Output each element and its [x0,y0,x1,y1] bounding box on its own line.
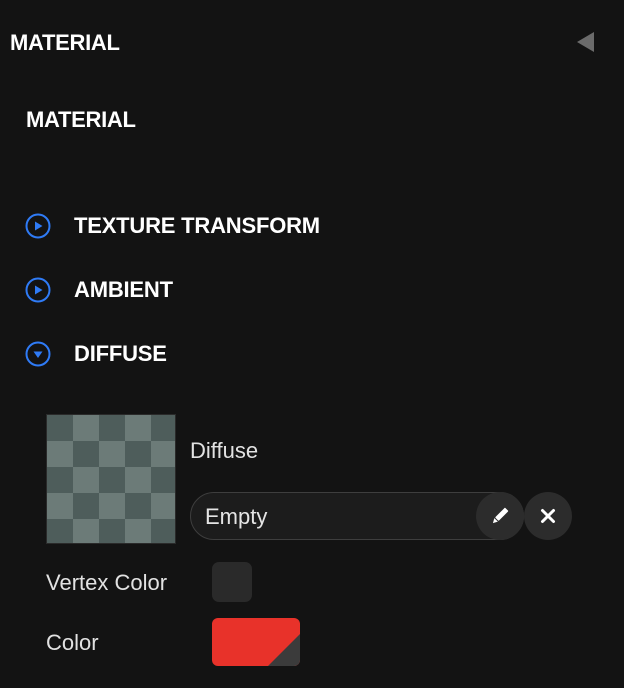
color-label: Color [46,630,99,655]
pencil-icon [492,507,509,524]
diffuse-texture-thumbnail[interactable] [46,414,176,544]
group-label: TEXTURE TRANSFORM [74,213,320,238]
texture-value: Empty [205,504,268,529]
panel-title: MATERIAL [10,30,120,55]
panel-header: MATERIAL [0,0,624,84]
circle-play-icon [25,213,51,239]
vertex-color-toggle[interactable] [212,562,252,602]
circle-play-icon [25,277,51,303]
group-texture-transform[interactable]: TEXTURE TRANSFORM [24,209,320,243]
color-swatch-fill [212,618,300,666]
close-icon [541,509,555,523]
circle-chevron-down-icon [25,341,51,367]
diffuse-label: Diffuse [190,438,259,463]
group-label: AMBIENT [74,277,173,302]
group-label: DIFFUSE [74,341,167,366]
group-diffuse[interactable]: DIFFUSE [24,337,167,371]
section-title: MATERIAL [26,107,136,132]
triangle-left-icon[interactable] [576,31,596,53]
color-swatch[interactable] [212,618,300,666]
diffuse-texture-field[interactable]: Empty [190,492,524,540]
edit-texture-button[interactable] [476,492,524,540]
clear-texture-button[interactable] [524,492,572,540]
group-ambient[interactable]: AMBIENT [24,273,173,307]
vertex-color-label: Vertex Color [46,570,168,595]
